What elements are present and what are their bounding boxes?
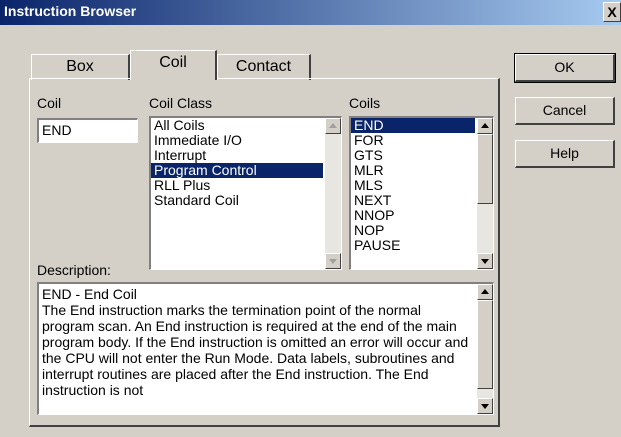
description-label-text: Description: [37, 262, 111, 278]
coils-item-gts[interactable]: GTS [351, 148, 475, 163]
coil-label: Coil [37, 95, 62, 111]
coils-listbox[interactable]: END FOR GTS MLR MLS NEXT NNOP NOP PAUSE [349, 116, 494, 270]
coil-class-label: Coil Class [149, 95, 213, 111]
coil-class-item-interrupt[interactable]: Interrupt [151, 148, 323, 163]
description-textbox[interactable]: END - End Coil The End instruction marks… [37, 282, 494, 415]
ok-button[interactable]: OK [514, 53, 616, 83]
coils-item-pause[interactable]: PAUSE [351, 238, 475, 253]
coils-item-nop[interactable]: NOP [351, 223, 475, 238]
help-button[interactable]: Help [515, 140, 615, 168]
instruction-browser-window: Instruction Browser X Box Coil Contact C… [0, 0, 621, 437]
coil-input[interactable]: END [37, 118, 138, 143]
coils-scroll-thumb[interactable] [477, 134, 493, 204]
coil-class-listbox[interactable]: All Coils Immediate I/O Interrupt Progra… [149, 116, 342, 270]
coils-scroll-down-button[interactable] [477, 253, 493, 269]
scroll-up-icon [329, 123, 337, 128]
tab-coil[interactable]: Coil [130, 50, 217, 80]
coils-items: END FOR GTS MLR MLS NEXT NNOP NOP PAUSE [351, 118, 475, 268]
coils-label: Coils [349, 95, 381, 111]
description-label: Description: [37, 262, 111, 278]
coil-class-item-immediate-io[interactable]: Immediate I/O [151, 133, 323, 148]
description-scroll-down-button[interactable] [477, 398, 493, 414]
coils-item-nnop[interactable]: NNOP [351, 208, 475, 223]
coil-class-item-program-control[interactable]: Program Control [151, 163, 323, 178]
scroll-down-icon [481, 259, 489, 264]
coil-class-scroll-up-button[interactable] [325, 118, 341, 134]
coil-class-items: All Coils Immediate I/O Interrupt Progra… [151, 118, 323, 208]
coil-input-value: END [42, 123, 72, 138]
coil-class-item-rll-plus[interactable]: RLL Plus [151, 178, 323, 193]
scroll-up-icon [481, 123, 489, 128]
coil-class-item-standard-coil[interactable]: Standard Coil [151, 193, 323, 208]
scroll-up-icon [481, 289, 489, 294]
close-button[interactable]: X [603, 2, 621, 22]
tab-contact[interactable]: Contact [217, 54, 311, 80]
description-scroll-up-button[interactable] [477, 284, 493, 300]
coils-scroll-up-button[interactable] [477, 118, 493, 134]
coils-item-next[interactable]: NEXT [351, 193, 475, 208]
coils-item-mlr[interactable]: MLR [351, 163, 475, 178]
coils-item-mls[interactable]: MLS [351, 178, 475, 193]
description-text: END - End Coil The End instruction marks… [42, 286, 469, 398]
scroll-down-icon [329, 259, 337, 264]
coils-scrollbar[interactable] [477, 118, 493, 269]
coil-class-scrollbar[interactable] [325, 118, 341, 269]
title-bar[interactable]: Instruction Browser X [0, 0, 621, 25]
coils-item-end[interactable]: END [351, 118, 475, 133]
description-scroll-thumb[interactable] [477, 300, 493, 389]
coil-class-scroll-down-button[interactable] [325, 253, 341, 269]
cancel-button[interactable]: Cancel [515, 97, 615, 125]
scroll-down-icon [481, 404, 489, 409]
window-title: Instruction Browser [4, 3, 137, 19]
coil-class-item-all-coils[interactable]: All Coils [151, 118, 323, 133]
tab-box[interactable]: Box [31, 54, 130, 80]
description-scrollbar[interactable] [477, 284, 493, 414]
coils-item-for[interactable]: FOR [351, 133, 475, 148]
